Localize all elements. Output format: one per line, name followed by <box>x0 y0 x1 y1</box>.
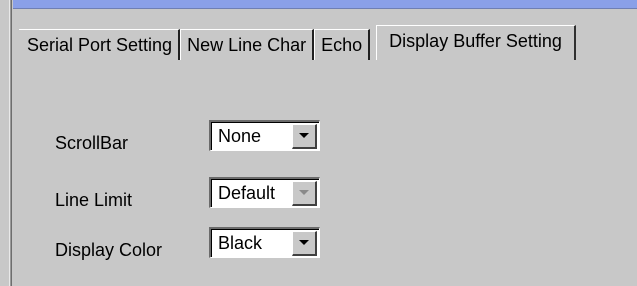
display-color-select[interactable]: Black <box>209 227 320 258</box>
display-buffer-settings-panel: ScrollBar None Line Limit Default Displa… <box>19 61 637 286</box>
scrollbar-label: ScrollBar <box>55 133 129 153</box>
chevron-down-icon <box>299 133 309 138</box>
chevron-down-icon <box>299 190 309 195</box>
window-left-frame <box>9 0 12 286</box>
tab-serial-port-setting[interactable]: Serial Port Setting <box>19 29 181 60</box>
tab-display-buffer-setting[interactable]: Display Buffer Setting <box>376 25 576 60</box>
line-limit-selected-value: Default <box>218 182 276 203</box>
scrollbar-dropdown-button[interactable] <box>292 123 317 149</box>
line-limit-select[interactable]: Default <box>209 177 320 208</box>
display-color-selected-value: Black <box>218 232 263 253</box>
titlebar-highlight <box>13 0 637 9</box>
tab-label-serial-port-setting: Serial Port Setting <box>27 34 173 55</box>
display-color-dropdown-button[interactable] <box>292 230 317 256</box>
dialog-window: Serial Port Setting New Line Char Echo D… <box>0 0 637 286</box>
tab-label-display-buffer-setting: Display Buffer Setting <box>389 31 562 51</box>
tab-label-new-line-char: New Line Char <box>187 34 307 55</box>
tab-label-echo: Echo <box>321 34 363 55</box>
tab-echo[interactable]: Echo <box>314 29 371 60</box>
display-color-label: Display Color <box>55 240 163 260</box>
settings-tab-strip: Serial Port Setting New Line Char Echo D… <box>19 25 576 60</box>
title-strip <box>0 0 637 22</box>
line-limit-label: Line Limit <box>55 190 133 210</box>
chevron-down-icon <box>299 240 309 245</box>
scrollbar-select[interactable]: None <box>209 120 320 151</box>
scrollbar-selected-value: None <box>218 125 262 146</box>
tab-new-line-char[interactable]: New Line Char <box>180 29 315 60</box>
line-limit-dropdown-button[interactable] <box>292 180 317 206</box>
